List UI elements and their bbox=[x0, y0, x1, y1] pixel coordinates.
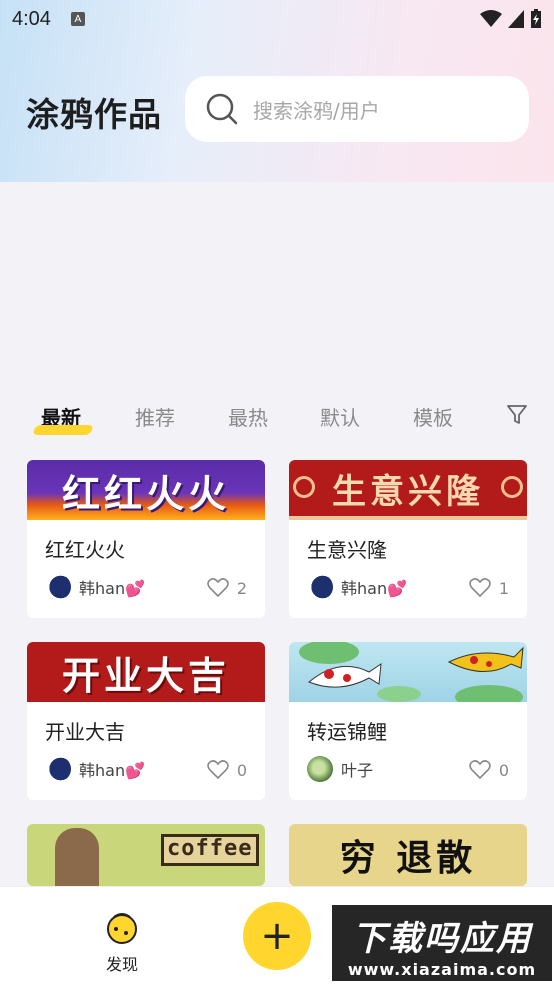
like-count: 1 bbox=[498, 578, 509, 598]
filter-icon[interactable] bbox=[506, 404, 528, 426]
search-input[interactable]: 搜索涂鸦/用户 bbox=[185, 76, 529, 142]
avatar bbox=[307, 574, 333, 600]
author-name: 韩han💕 bbox=[79, 761, 146, 780]
artwork-thumbnail: 红红火火 bbox=[27, 460, 265, 520]
watermark-url: www.xiazaima.com bbox=[347, 960, 537, 979]
artwork-card[interactable]: 生意兴隆 生意兴隆 韩han💕 1 bbox=[289, 460, 527, 618]
artwork-card[interactable]: 开业大吉 开业大吉 韩han💕 0 bbox=[27, 642, 265, 800]
card-title: 红红火火 bbox=[45, 538, 125, 562]
battery-icon bbox=[531, 9, 541, 28]
artwork-image-text: 红红火火 bbox=[61, 471, 230, 516]
card-author[interactable]: 叶子 bbox=[307, 756, 373, 782]
search-placeholder: 搜索涂鸦/用户 bbox=[253, 98, 380, 123]
ornament-left bbox=[293, 476, 315, 498]
artwork-card[interactable]: coffee bbox=[27, 824, 265, 886]
ornament-right bbox=[501, 476, 523, 498]
add-button[interactable]: + bbox=[243, 902, 311, 970]
heart-icon bbox=[207, 578, 229, 598]
nav-discover[interactable]: 发现 bbox=[100, 909, 144, 975]
artwork-thumbnail: 开业大吉 bbox=[27, 642, 265, 702]
tab-recommended[interactable]: 推荐 bbox=[135, 402, 175, 431]
like-count: 0 bbox=[236, 760, 247, 780]
card-title: 生意兴隆 bbox=[307, 538, 387, 562]
search-icon bbox=[206, 93, 238, 125]
card-author[interactable]: 韩han💕 bbox=[45, 574, 145, 600]
tab-hottest[interactable]: 最热 bbox=[228, 402, 268, 431]
artwork-thumbnail: 穷 退散 bbox=[289, 824, 527, 886]
like-button[interactable]: 2 bbox=[207, 578, 247, 598]
author-name: 叶子 bbox=[341, 761, 374, 780]
like-button[interactable]: 1 bbox=[469, 578, 509, 598]
page-title: 涂鸦作品 bbox=[26, 95, 162, 134]
status-icons bbox=[480, 9, 542, 29]
status-bar: 4:04 A bbox=[0, 0, 554, 38]
watermark-logo: 下载吗应用 www.xiazaima.com bbox=[332, 905, 552, 981]
artwork-image-text: 生意兴隆 bbox=[332, 471, 484, 512]
heart-icon bbox=[469, 578, 491, 598]
artwork-card[interactable]: 红红火火 红红火火 韩han💕 2 bbox=[27, 460, 265, 618]
person-figure bbox=[55, 828, 99, 886]
author-name: 韩han💕 bbox=[341, 579, 408, 598]
avatar bbox=[45, 574, 71, 600]
heart-icon bbox=[207, 760, 229, 780]
author-name: 韩han💕 bbox=[79, 579, 146, 598]
card-author[interactable]: 韩han💕 bbox=[307, 574, 407, 600]
card-title: 开业大吉 bbox=[45, 720, 125, 744]
artwork-thumbnail: 生意兴隆 bbox=[289, 460, 527, 520]
artwork-thumbnail bbox=[289, 642, 527, 702]
status-time: 4:04 bbox=[12, 7, 51, 30]
wifi-icon bbox=[480, 10, 502, 27]
card-title: 转运锦鲤 bbox=[307, 720, 387, 744]
nav-discover-label: 发现 bbox=[105, 955, 138, 974]
signal-icon bbox=[508, 10, 524, 28]
heart-icon bbox=[469, 760, 491, 780]
artwork-thumbnail: coffee bbox=[27, 824, 265, 886]
notification-icon: A bbox=[70, 12, 85, 26]
avatar bbox=[45, 756, 71, 782]
artwork-image-text: 穷 退散 bbox=[339, 838, 477, 879]
watermark-title: 下载吗应用 bbox=[352, 919, 532, 959]
tab-templates[interactable]: 模板 bbox=[413, 402, 453, 431]
active-tab-indicator bbox=[32, 425, 94, 435]
card-author[interactable]: 韩han💕 bbox=[45, 756, 145, 782]
like-button[interactable]: 0 bbox=[207, 760, 247, 780]
like-button[interactable]: 0 bbox=[469, 760, 509, 780]
artwork-card[interactable]: 转运锦鲤 叶子 0 bbox=[289, 642, 527, 800]
like-count: 0 bbox=[498, 760, 509, 780]
artwork-image-text: 开业大吉 bbox=[61, 653, 230, 698]
tab-default[interactable]: 默认 bbox=[320, 402, 360, 431]
artwork-image-text: coffee bbox=[167, 836, 253, 861]
koi-fish-illustration bbox=[299, 642, 524, 702]
like-count: 2 bbox=[236, 578, 247, 598]
avatar bbox=[307, 756, 333, 782]
artwork-card[interactable]: 穷 退散 bbox=[289, 824, 527, 886]
discover-icon bbox=[107, 913, 137, 944]
